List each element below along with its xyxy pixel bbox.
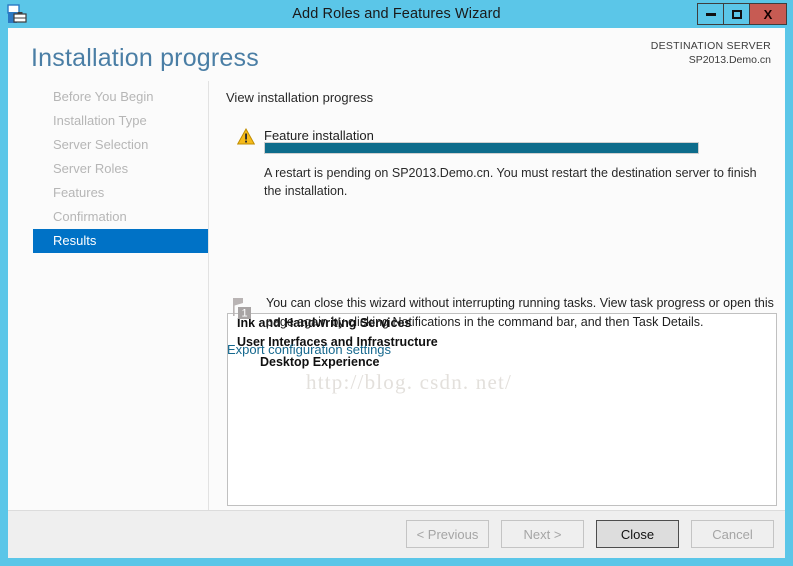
wizard-navigation-buttons: < Previous Next > Close Cancel (406, 520, 774, 548)
maximize-icon (731, 9, 742, 19)
progress-bar-fill (265, 143, 698, 153)
sidebar-item-server-roles[interactable]: Server Roles (8, 157, 209, 181)
sidebar-item-features[interactable]: Features (8, 181, 209, 205)
destination-server-block: DESTINATION SERVER SP2013.Demo.cn (651, 39, 771, 67)
cancel-button[interactable]: Cancel (691, 520, 774, 548)
destination-server-label: DESTINATION SERVER (650, 40, 771, 52)
close-wizard-button[interactable]: Close (596, 520, 679, 548)
server-manager-icon (6, 3, 28, 25)
client-area: Installation progress DESTINATION SERVER… (8, 28, 785, 558)
body-area: Before You Begin Installation Type Serve… (8, 81, 785, 535)
sidebar-item-server-selection[interactable]: Server Selection (8, 133, 209, 157)
sidebar-item-results[interactable]: Results (33, 229, 209, 253)
footer-bar: < Previous Next > Close Cancel (8, 510, 785, 558)
close-wizard-notice-text: You can close this wizard without interr… (266, 296, 774, 329)
notification-flag-icon: 1 (231, 296, 257, 322)
page-header: Installation progress DESTINATION SERVER… (8, 28, 785, 85)
destination-server-value: SP2013.Demo.cn (688, 54, 771, 67)
minimize-button[interactable] (697, 3, 724, 25)
sidebar-item-before-you-begin[interactable]: Before You Begin (8, 85, 209, 109)
page-title: Installation progress (31, 44, 259, 72)
content-heading: View installation progress (226, 90, 374, 105)
wizard-steps-sidebar: Before You Begin Installation Type Serve… (8, 81, 209, 535)
previous-button[interactable]: < Previous (406, 520, 489, 548)
main-content: View installation progress Feature insta… (226, 85, 778, 535)
minimize-icon (705, 12, 716, 16)
svg-text:1: 1 (241, 308, 247, 320)
window-title: Add Roles and Features Wizard (292, 6, 501, 22)
sidebar-divider (208, 81, 209, 533)
restart-pending-message: A restart is pending on SP2013.Demo.cn. … (264, 166, 757, 199)
sidebar-item-installation-type[interactable]: Installation Type (8, 109, 209, 133)
installation-progress-bar (264, 142, 699, 154)
close-button[interactable]: X (749, 3, 787, 25)
export-configuration-settings-link[interactable]: Export configuration settings (227, 342, 391, 357)
next-button[interactable]: Next > (501, 520, 584, 548)
wizard-window: Add Roles and Features Wizard X Installa… (0, 0, 793, 566)
sidebar-item-confirmation[interactable]: Confirmation (8, 205, 209, 229)
window-controls: X (697, 3, 787, 25)
title-bar: Add Roles and Features Wizard X (0, 0, 793, 28)
warning-icon (236, 127, 256, 145)
installation-status-label: Feature installation (264, 128, 374, 143)
maximize-button[interactable] (723, 3, 750, 25)
watermark: http://blog. csdn. net/ (306, 370, 513, 394)
